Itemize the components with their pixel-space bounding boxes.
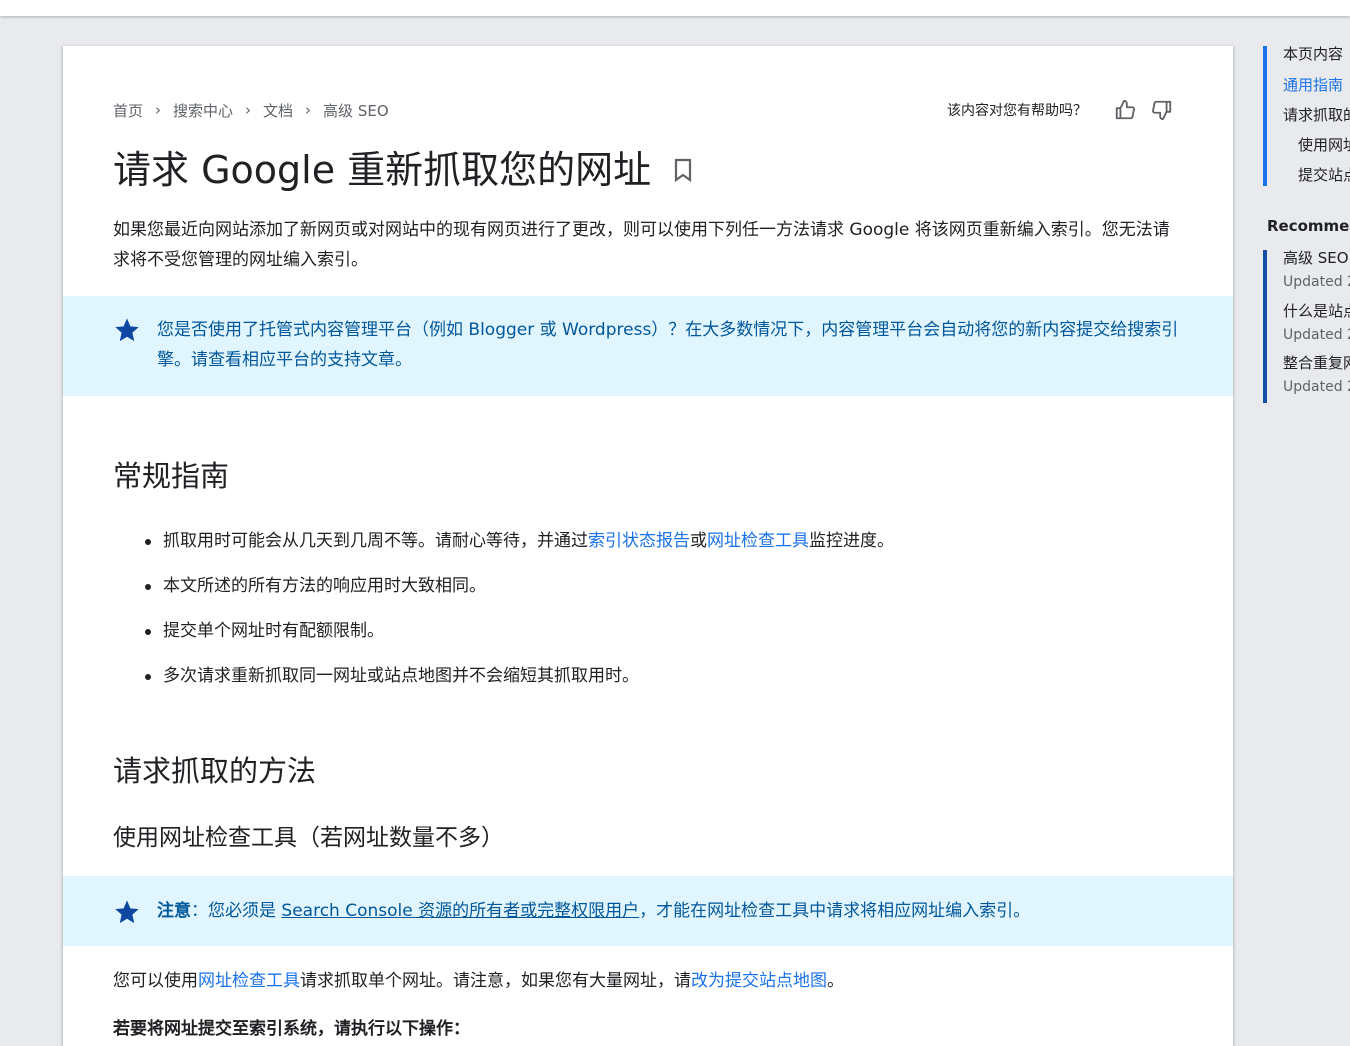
toc-item-methods[interactable]: 请求抓取的方法 — [1283, 104, 1350, 126]
chevron-right-icon: › — [305, 101, 312, 119]
recommended-list: 高级 SEO Updated 2 什么是站点地图 Updated 2 整合重复网… — [1263, 250, 1350, 403]
breadcrumb: 首页 › 搜索中心 › 文档 › 高级 SEO — [113, 99, 389, 121]
toc-item-sitemap[interactable]: 提交站点地图 — [1298, 164, 1350, 186]
recommended-item[interactable]: 高级 SEO Updated 2 — [1283, 250, 1350, 292]
page-title: 请求 Google 重新抓取您的网址 — [113, 143, 693, 197]
note-text-part: ：您必须是 — [191, 901, 282, 921]
guidelines-list: 抓取用时可能会从几天到几周不等。请耐心等待，并通过索引状态报告或网址检查工具监控… — [113, 526, 1193, 706]
owner-permission-link[interactable]: Search Console 资源的所有者或完整权限用户 — [281, 901, 639, 921]
page-title-text: 请求 Google 重新抓取您的网址 — [113, 148, 652, 192]
top-bar — [0, 0, 1350, 16]
list-item: 抓取用时可能会从几天到几周不等。请耐心等待，并通过索引状态报告或网址检查工具监控… — [113, 526, 1193, 571]
list-item: 多次请求重新抓取同一网址或站点地图并不会缩短其抓取用时。 — [113, 661, 1193, 706]
recommended-item-date: Updated 2 — [1283, 274, 1350, 290]
feedback-widget: 该内容对您有帮助吗？ — [947, 97, 1175, 123]
toc-heading: 本页内容 — [1283, 46, 1344, 63]
article-card: 首页 › 搜索中心 › 文档 › 高级 SEO 该内容对您有帮助吗？ 请求 Go… — [63, 46, 1233, 1046]
subsection-heading-url-inspection: 使用网址检查工具（若网址数量不多） — [113, 825, 504, 851]
recommended-item-date: Updated 2 — [1283, 327, 1350, 343]
breadcrumb-docs[interactable]: 文档 — [263, 100, 293, 121]
recommended-item-title: 高级 SEO — [1283, 250, 1349, 267]
recommended-item-date: Updated 2 — [1283, 379, 1350, 395]
star-icon — [113, 898, 141, 936]
url-inspection-tool-link[interactable]: 网址检查工具 — [198, 971, 300, 991]
section-heading-methods: 请求抓取的方法 — [113, 754, 317, 788]
recommended-item[interactable]: 整合重复网址 Updated 2 — [1283, 353, 1350, 397]
para-text: 请求抓取单个网址。请注意，如果您有大量网址，请 — [300, 971, 691, 991]
recommended-header: Recommended — [1255, 212, 1350, 240]
bookmark-icon[interactable] — [673, 158, 693, 182]
thumb-up-icon[interactable] — [1112, 97, 1138, 123]
list-item: 本文所述的所有方法的响应用时大致相同。 — [113, 571, 1193, 616]
feedback-label: 该内容对您有帮助吗？ — [947, 103, 1087, 119]
toc-item-url-inspection[interactable]: 使用网址检查工具 — [1298, 134, 1350, 156]
submit-sitemap-link[interactable]: 改为提交站点地图 — [691, 971, 827, 991]
info-note: 您是否使用了托管式内容管理平台（例如 Blogger 或 Wordpress）？… — [63, 296, 1233, 396]
recommended-item[interactable]: 什么是站点地图 Updated 2 — [1283, 301, 1350, 345]
info-note-text: 您是否使用了托管式内容管理平台（例如 Blogger 或 Wordpress）？… — [157, 320, 1179, 370]
index-status-report-link[interactable]: 索引状态报告 — [588, 531, 690, 551]
list-item-text: 或 — [690, 531, 707, 551]
note-label: 注意 — [157, 901, 191, 921]
toc-list: 本页内容 通用指南 请求抓取的方法 使用网址检查工具 提交站点地图 — [1263, 46, 1350, 186]
toc-item-general[interactable]: 通用指南 — [1283, 74, 1343, 96]
table-of-contents: 本页内容 通用指南 请求抓取的方法 使用网址检查工具 提交站点地图 — [1263, 46, 1350, 186]
thumb-down-icon[interactable] — [1149, 97, 1175, 123]
recommended-item-title: 整合重复网址 — [1283, 354, 1350, 372]
url-inspection-tool-link[interactable]: 网址检查工具 — [707, 531, 809, 551]
caution-note-text: 注意：您必须是 Search Console 资源的所有者或完整权限用户，才能在… — [157, 896, 1187, 926]
steps-heading: 若要将网址提交至索引系统，请执行以下操作： — [113, 1019, 470, 1039]
recommended-panel: Recommended 高级 SEO Updated 2 什么是站点地图 Upd… — [1255, 212, 1350, 403]
para-text: 。 — [827, 971, 844, 991]
para-text: 您可以使用 — [113, 971, 198, 991]
breadcrumb-search-central[interactable]: 搜索中心 — [173, 100, 233, 121]
intro-paragraph: 如果您最近向网站添加了新网页或对网站中的现有网页进行了更改，则可以使用下列任一方… — [113, 220, 1170, 270]
breadcrumb-home[interactable]: 首页 — [113, 100, 143, 121]
list-item-text: 抓取用时可能会从几天到几周不等。请耐心等待，并通过 — [163, 531, 588, 551]
list-item-text: 监控进度。 — [809, 531, 894, 551]
breadcrumb-advanced-seo[interactable]: 高级 SEO — [323, 100, 389, 121]
star-icon — [113, 316, 141, 354]
chevron-right-icon: › — [155, 101, 162, 119]
note-text-part: ，才能在网址检查工具中请求将相应网址编入索引。 — [639, 901, 1031, 921]
inspection-paragraph: 您可以使用网址检查工具请求抓取单个网址。请注意，如果您有大量网址，请改为提交站点… — [113, 966, 1193, 996]
section-heading-general: 常规指南 — [113, 459, 230, 493]
recommended-item-title: 什么是站点地图 — [1283, 302, 1350, 320]
recommended-heading: Recommended — [1267, 217, 1350, 235]
list-item: 提交单个网址时有配额限制。 — [113, 616, 1193, 661]
chevron-right-icon: › — [245, 101, 252, 119]
caution-note: 注意：您必须是 Search Console 资源的所有者或完整权限用户，才能在… — [63, 876, 1233, 946]
